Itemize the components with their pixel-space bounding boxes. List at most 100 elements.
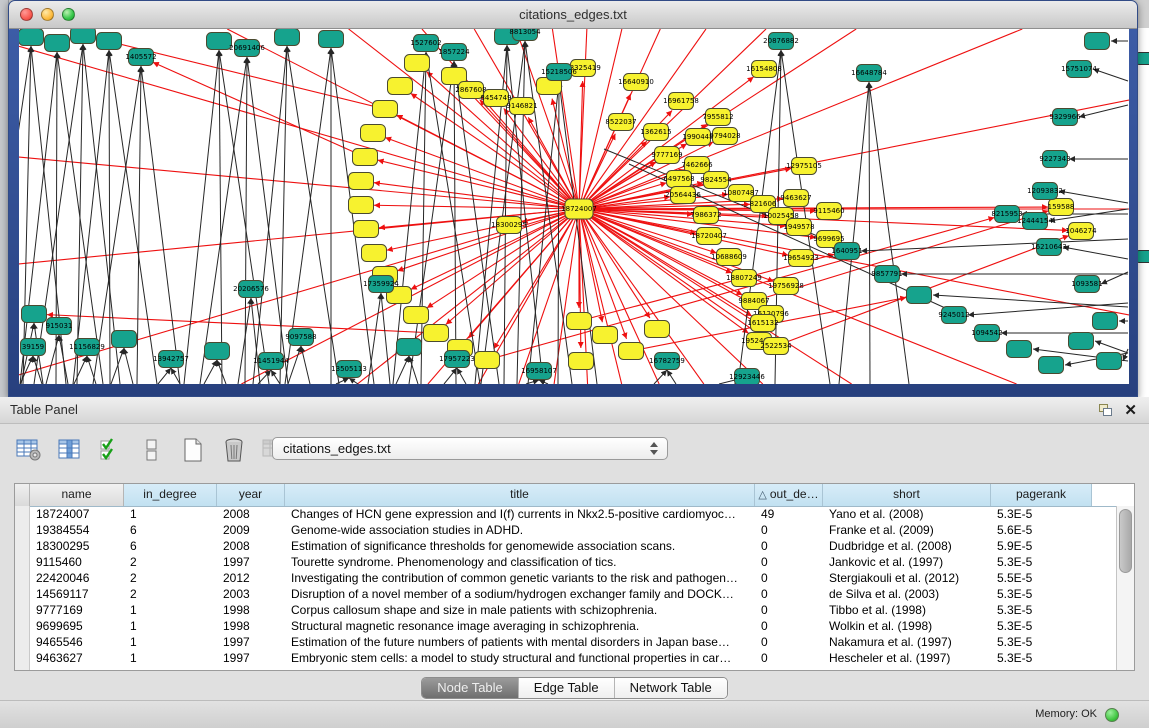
- graph-node[interactable]: [349, 197, 374, 214]
- graph-node[interactable]: 1046274: [1065, 223, 1097, 240]
- column-header-out_degree[interactable]: △out_de…: [755, 484, 823, 506]
- graph-node[interactable]: [405, 55, 430, 72]
- graph-node[interactable]: 12093832: [1027, 183, 1063, 200]
- memory-status-indicator[interactable]: [1105, 708, 1119, 722]
- graph-node[interactable]: 16210643: [1031, 239, 1067, 256]
- graph-node[interactable]: [619, 343, 644, 360]
- graph-node[interactable]: [1085, 33, 1110, 50]
- column-header-pagerank[interactable]: pagerank: [991, 484, 1092, 506]
- table-row[interactable]: 1830029562008Estimation of significance …: [29, 538, 1117, 554]
- graph-node[interactable]: [404, 307, 429, 324]
- graph-node[interactable]: 9115460: [813, 203, 844, 220]
- graph-node[interactable]: 1640951: [831, 243, 862, 260]
- graph-node[interactable]: [1039, 357, 1064, 374]
- graph-node[interactable]: 16154808: [746, 61, 782, 78]
- graph-node[interactable]: [22, 306, 47, 323]
- graph-node[interactable]: 8522037: [605, 114, 636, 131]
- table-row[interactable]: 2242004622012Investigating the contribut…: [29, 570, 1117, 586]
- column-header-in_degree[interactable]: in_degree: [124, 484, 217, 506]
- graph-node[interactable]: 16640910: [618, 74, 654, 91]
- table-mode-button[interactable]: [137, 436, 167, 464]
- graph-node[interactable]: 20691406: [229, 40, 265, 57]
- table-row[interactable]: 1872400712008Changes of HCN gene express…: [29, 506, 1117, 522]
- graph-node[interactable]: 159588: [1048, 199, 1075, 216]
- graph-node[interactable]: 1093581: [1071, 276, 1102, 293]
- graph-node[interactable]: [362, 245, 387, 262]
- graph-node[interactable]: [1007, 341, 1032, 358]
- graph-node[interactable]: [475, 352, 500, 369]
- graph-node[interactable]: [275, 29, 300, 46]
- graph-node[interactable]: 9146821: [506, 98, 537, 115]
- graph-node[interactable]: 20206576: [233, 281, 269, 298]
- graph-node[interactable]: 16958107: [521, 363, 557, 380]
- graph-node[interactable]: [1069, 333, 1094, 350]
- column-header-name[interactable]: name: [30, 484, 124, 506]
- graph-node[interactable]: [388, 78, 413, 95]
- graph-node[interactable]: 2522534: [760, 338, 792, 355]
- tab-node-table[interactable]: Node Table: [422, 678, 519, 698]
- graph-node[interactable]: [349, 173, 374, 190]
- graph-node[interactable]: [207, 33, 232, 50]
- graph-node[interactable]: [1097, 353, 1122, 370]
- graph-node[interactable]: 18300295: [491, 217, 527, 234]
- graph-node[interactable]: 12444154: [1017, 213, 1053, 230]
- table-row[interactable]: 911546021997Tourette syndrome. Phenomeno…: [29, 554, 1117, 570]
- graph-node[interactable]: [361, 125, 386, 142]
- show-columns-button[interactable]: [55, 436, 85, 464]
- graph-node[interactable]: 9857791: [871, 266, 902, 283]
- graph-node[interactable]: [424, 325, 449, 342]
- graph-node[interactable]: [645, 321, 670, 338]
- table-vertical-scrollbar[interactable]: [1116, 506, 1134, 670]
- graph-node[interactable]: [373, 101, 398, 118]
- graph-node[interactable]: 9777169: [651, 147, 682, 164]
- graph-node[interactable]: 9097588: [285, 329, 316, 346]
- table-select[interactable]: citations_edges.txt: [272, 437, 668, 460]
- graph-node[interactable]: 1527602: [410, 35, 441, 52]
- column-header-year[interactable]: year: [217, 484, 285, 506]
- delete-column-button[interactable]: [219, 436, 249, 464]
- graph-node[interactable]: 6497568: [663, 171, 694, 188]
- graph-node[interactable]: 9329966: [1049, 109, 1081, 126]
- graph-node[interactable]: 9463627: [780, 190, 811, 207]
- graph-node[interactable]: 16961758: [663, 93, 699, 110]
- graph-node[interactable]: 12975105: [786, 158, 822, 175]
- graph-node[interactable]: [112, 331, 137, 348]
- graph-node[interactable]: 9245012: [938, 307, 969, 324]
- graph-node[interactable]: 1857224: [438, 44, 470, 61]
- graph-node[interactable]: 7986372: [690, 207, 721, 224]
- graph-node[interactable]: [353, 149, 378, 166]
- citation-network-graph[interactable]: 1830029528676088454749914682118325419166…: [19, 29, 1129, 384]
- create-column-button[interactable]: [178, 436, 208, 464]
- graph-node[interactable]: 1405572: [125, 49, 156, 66]
- graph-node[interactable]: 10688609: [711, 249, 747, 266]
- table-row[interactable]: 946554611997Estimation of the future num…: [29, 634, 1117, 650]
- table-row[interactable]: 1938455462009Genome-wide association stu…: [29, 522, 1117, 538]
- graph-node[interactable]: [45, 35, 70, 52]
- graph-node[interactable]: 18724007: [561, 199, 597, 219]
- graph-node[interactable]: [593, 327, 618, 344]
- table-row[interactable]: 969969511998Structural magnetic resonanc…: [29, 618, 1117, 634]
- graph-node[interactable]: 9227343: [1039, 151, 1070, 168]
- graph-node[interactable]: 1362615: [640, 124, 671, 141]
- network-window-titlebar[interactable]: citations_edges.txt: [9, 1, 1137, 29]
- graph-node[interactable]: 1615132: [747, 315, 778, 332]
- tab-network-table[interactable]: Network Table: [615, 678, 727, 698]
- table-row[interactable]: 946362711997Embryonic stem cells: a mode…: [29, 650, 1117, 666]
- graph-node[interactable]: 1094542: [971, 325, 1002, 342]
- column-header-short[interactable]: short: [823, 484, 991, 506]
- graph-node[interactable]: [907, 287, 932, 304]
- graph-node[interactable]: 19654923: [783, 250, 819, 267]
- graph-node[interactable]: [19, 29, 44, 46]
- graph-node[interactable]: 20876882: [763, 33, 799, 50]
- scrollbar-thumb[interactable]: [1119, 509, 1132, 573]
- tab-edge-table[interactable]: Edge Table: [519, 678, 615, 698]
- graph-node[interactable]: 8813054: [509, 29, 541, 41]
- float-panel-icon[interactable]: [1099, 404, 1111, 415]
- graph-node[interactable]: 1949578: [783, 219, 814, 236]
- graph-node[interactable]: 7955812: [702, 109, 733, 126]
- column-header-title[interactable]: title: [285, 484, 755, 506]
- graph-node[interactable]: [567, 313, 592, 330]
- graph-node[interactable]: 39159: [21, 339, 46, 356]
- graph-node[interactable]: 15751074: [1061, 61, 1097, 78]
- network-view-canvas[interactable]: 1830029528676088454749914682118325419166…: [19, 29, 1129, 384]
